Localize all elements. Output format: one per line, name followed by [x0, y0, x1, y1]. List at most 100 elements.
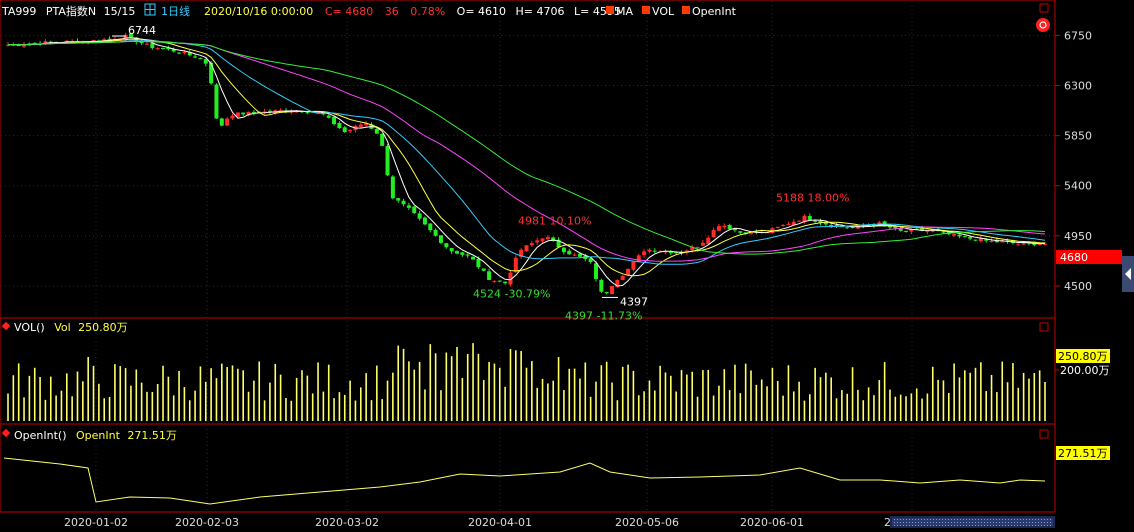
candle-body — [545, 237, 550, 240]
date-label: 2020-03-02 — [315, 516, 379, 529]
candle-body — [668, 252, 673, 254]
candle-body — [642, 251, 647, 256]
candle-body — [652, 250, 657, 252]
svg-text:OpenInt: OpenInt — [692, 5, 737, 18]
candle-body — [203, 59, 208, 64]
date-label: 2020-02-03 — [175, 516, 239, 529]
candle-body — [230, 115, 235, 119]
candle-body — [433, 229, 438, 236]
diamond-icon — [1, 321, 11, 331]
candle-body — [845, 227, 850, 229]
candle-body — [904, 230, 909, 232]
candle-body — [610, 286, 615, 294]
candle-body — [722, 225, 727, 228]
candle-body — [91, 39, 96, 41]
candle-body — [620, 275, 625, 280]
candle-body — [396, 198, 401, 201]
candle-body — [807, 216, 812, 220]
candle-body — [455, 251, 460, 254]
candle-body — [647, 249, 652, 252]
date-label: 2020-01-02 — [64, 516, 128, 529]
price-annotation: 6744 — [128, 24, 156, 37]
candle-body — [1037, 244, 1042, 246]
ma-line — [7, 40, 1046, 262]
candles — [6, 32, 1047, 295]
price-tick-label: 4950 — [1064, 230, 1092, 243]
period-button[interactable]: 1日线 — [144, 3, 190, 18]
candle-body — [337, 122, 342, 128]
volume-bars — [7, 343, 1046, 421]
candle-body — [962, 236, 967, 238]
price-tick-label: 5400 — [1064, 180, 1092, 193]
candle-body — [476, 258, 481, 268]
settings-button[interactable] — [1036, 18, 1050, 32]
candle-body — [326, 115, 331, 118]
candle-body — [155, 48, 160, 50]
candle-body — [342, 127, 347, 133]
price-annotation: 4397 -11.73% — [565, 309, 642, 322]
date-axis-labels: 2020-01-02 2020-02-03 2020-03-02 2020-04-01… — [64, 516, 898, 529]
candle-body — [775, 226, 780, 228]
candle-body — [593, 263, 598, 279]
candle-body — [535, 240, 540, 243]
candle-body — [332, 116, 337, 125]
candle-body — [813, 220, 818, 222]
vol-panel-title: VOL() Vol 250.80万 — [14, 321, 128, 334]
candle-body — [444, 243, 449, 248]
candle-body — [599, 280, 604, 292]
svg-text:VOL: VOL — [652, 5, 675, 18]
indicator-toggle-icon — [642, 6, 650, 14]
ma-line — [7, 38, 1046, 277]
candle-body — [401, 200, 406, 205]
candle-body — [428, 223, 433, 231]
symbol-name: PTA指数N — [46, 4, 96, 18]
candle-body — [438, 235, 443, 243]
candle-body — [305, 112, 310, 114]
candle-body — [198, 58, 203, 60]
candle-body — [738, 231, 743, 233]
vol-panel-maximize-button[interactable] — [1039, 322, 1049, 332]
candle-body — [348, 129, 353, 132]
oi-tick-current: 271.51万 — [1058, 447, 1108, 460]
price-tick-label: 6750 — [1064, 29, 1092, 42]
time-scrollbar-thumb[interactable] — [892, 518, 1053, 526]
date-label: 2020-04-01 — [468, 516, 532, 529]
candle-body — [406, 205, 411, 208]
candle-body — [941, 231, 946, 233]
candle-body — [572, 254, 577, 256]
candle-body — [957, 234, 962, 237]
svg-text:MA: MA — [616, 5, 633, 18]
candle-body — [417, 213, 422, 219]
candle-body — [225, 118, 230, 126]
candle-body — [797, 220, 802, 222]
vol-tick-current: 250.80万 — [1058, 350, 1108, 363]
candle-body — [219, 118, 224, 126]
price-annotations: 6744 4981 10.10% 4524 -30.79% 43974397 -11.… — [112, 24, 849, 322]
openint-toggle[interactable]: OpenInt — [682, 5, 737, 18]
vol-toggle[interactable]: VOL — [642, 5, 675, 18]
price-panel-border — [0, 0, 1056, 319]
candle-body — [540, 238, 545, 242]
panel-maximize-button[interactable] — [1039, 3, 1049, 13]
indicator-toggle-icon — [606, 6, 614, 14]
current-price-label: 4680 — [1060, 251, 1088, 264]
candle-body — [781, 224, 786, 226]
candle-body — [492, 280, 497, 282]
candle-body — [952, 234, 957, 236]
candle-body — [786, 224, 791, 226]
kline-chart[interactable]: 6744 4981 10.10% 4524 -30.79% 43974397 -11.… — [0, 0, 1134, 532]
price-annotation: 5188 18.00% — [776, 191, 849, 204]
candle-body — [380, 133, 385, 146]
oi-panel-maximize-button[interactable] — [1039, 429, 1049, 439]
candle-body — [561, 247, 566, 253]
candle-body — [834, 224, 839, 226]
candle-body — [161, 47, 166, 49]
axis-scroll-handle[interactable] — [1122, 256, 1134, 292]
chart-header: TA999 PTA指数N 15/15 — [1, 4, 135, 18]
candle-body — [193, 56, 198, 58]
candle-body — [465, 254, 470, 256]
candle-body — [412, 206, 417, 214]
change-percent: 0.78% — [410, 5, 445, 18]
price-annotation: 4981 10.10% — [518, 214, 591, 227]
candle-body — [471, 256, 476, 260]
